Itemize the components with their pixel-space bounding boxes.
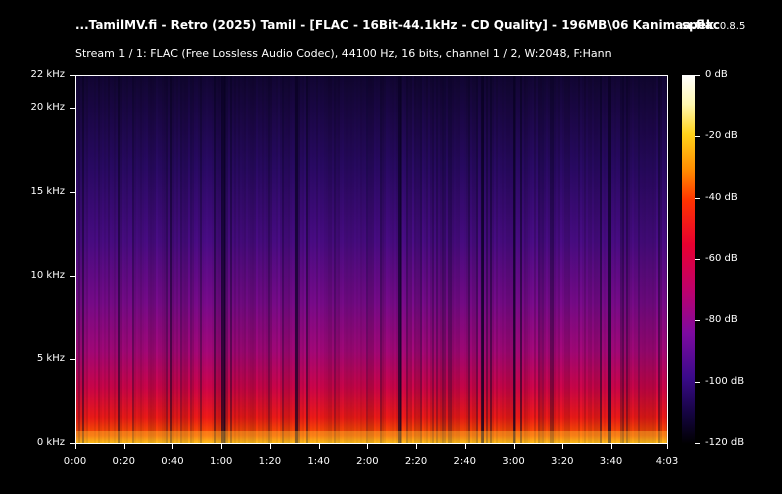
time-tick-mark — [513, 444, 515, 449]
color-scale-tick-label: 0 dB — [705, 69, 728, 80]
frequency-tick-label: 5 kHz — [36, 353, 65, 365]
time-tick-mark — [221, 444, 223, 449]
time-tick-mark — [610, 444, 612, 449]
time-tick-label: 1:00 — [209, 456, 233, 467]
app-version: 0.8.5 — [719, 21, 746, 32]
color-scale-tick-mark — [695, 136, 700, 138]
spectrogram-plot[interactable] — [75, 75, 668, 444]
color-scale-tick-mark — [695, 259, 700, 260]
color-scale-tick-label: -100 dB — [705, 375, 745, 387]
spectrogram-image — [76, 76, 667, 443]
color-scale-tick-mark — [695, 197, 700, 199]
app-name: spek 0.8.5 — [682, 18, 745, 32]
color-scale-bar — [682, 75, 695, 444]
frequency-tick-mark — [70, 192, 75, 194]
app-name-label: spek — [682, 18, 714, 32]
time-tick-label: 2:00 — [356, 456, 379, 467]
time-tick-label: 0:40 — [161, 456, 184, 467]
frequency-tick-mark — [70, 75, 75, 76]
color-scale-tick-label: -120 dB — [705, 437, 745, 448]
time-tick-mark — [562, 444, 564, 449]
time-tick-label: 1:20 — [258, 456, 282, 467]
time-tick-mark — [416, 444, 418, 449]
time-tick-label: 3:40 — [599, 456, 623, 467]
frequency-tick-label: 10 kHz — [30, 269, 65, 281]
frequency-tick-label: 0 kHz — [36, 437, 65, 448]
time-tick-mark — [269, 444, 271, 449]
frequency-tick-label: 20 kHz — [30, 102, 65, 114]
time-tick-label: 2:20 — [404, 456, 428, 467]
frequency-tick-label: 15 kHz — [30, 186, 65, 198]
time-tick-label: 4:03 — [655, 456, 679, 467]
color-scale-tick-mark — [695, 443, 700, 444]
color-scale-tick-label: -20 dB — [705, 130, 738, 142]
frequency-tick-mark — [70, 108, 75, 110]
time-tick-mark — [123, 444, 125, 449]
window-title: ...TamilMV.fi - Retro (2025) Tamil - [FL… — [75, 18, 721, 32]
color-scale-tick-mark — [695, 381, 700, 383]
time-tick-mark — [464, 444, 466, 449]
time-tick-mark — [318, 444, 320, 449]
time-tick-mark — [367, 444, 369, 449]
time-tick-label: 3:20 — [551, 456, 574, 467]
frequency-tick-label: 22 kHz — [30, 69, 65, 80]
color-scale-tick-mark — [695, 75, 700, 76]
time-tick-mark — [667, 444, 668, 449]
frequency-tick-mark — [70, 275, 75, 277]
time-tick-label: 3:00 — [502, 456, 525, 467]
color-scale-tick-label: -60 dB — [705, 253, 738, 264]
time-tick-label: 1:40 — [307, 456, 330, 467]
frequency-tick-mark — [70, 359, 75, 361]
stream-info: Stream 1 / 1: FLAC (Free Lossless Audio … — [75, 47, 612, 60]
time-tick-label: 0:00 — [63, 456, 87, 467]
color-scale-tick-label: -80 dB — [705, 314, 738, 326]
time-tick-mark — [75, 444, 76, 449]
time-tick-label: 0:20 — [112, 456, 135, 467]
time-tick-label: 2:40 — [453, 456, 477, 467]
color-scale-tick-mark — [695, 320, 700, 322]
color-scale-tick-label: -40 dB — [705, 191, 738, 203]
time-tick-mark — [172, 444, 174, 449]
